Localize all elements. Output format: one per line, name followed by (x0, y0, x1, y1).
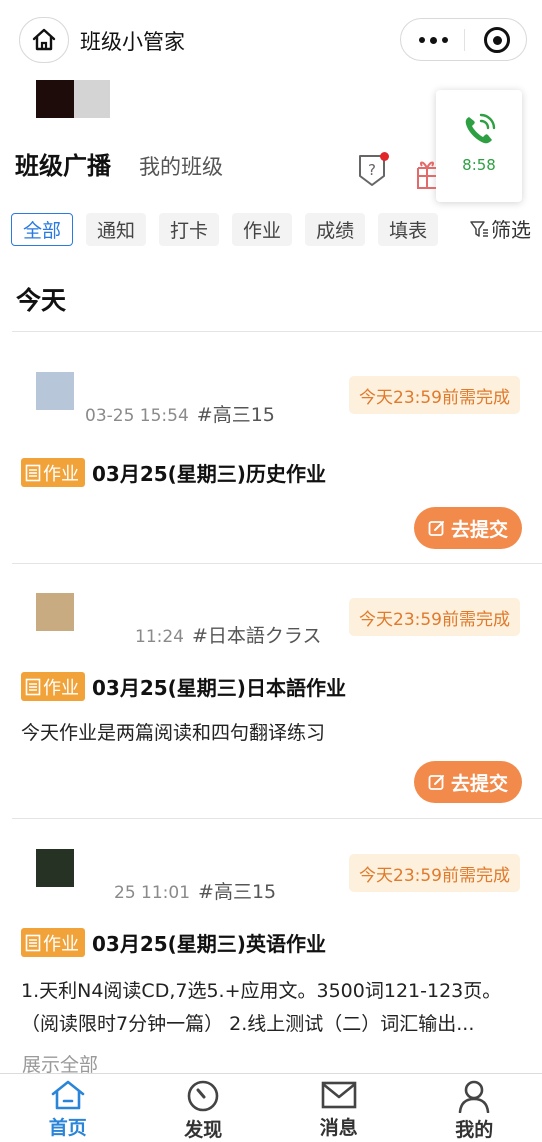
more-dots-icon (418, 37, 425, 43)
list-icon (25, 464, 41, 481)
post-date: 25 11:01 (114, 883, 191, 903)
post-title-row: 作业 03月25(星期三)历史作业 (21, 458, 326, 487)
post-class[interactable]: #高三15 (197, 404, 275, 426)
post-body: 今天作业是两篇阅读和四句翻译练习 (21, 722, 326, 744)
call-duration: 8:58 (462, 156, 496, 174)
post-meta: 25 11:01 #高三15 (114, 877, 276, 904)
filter-label: 筛选 (491, 218, 531, 242)
post-body-line: 1.天利N4阅读CD,7选5.+应用文。3500词121-123页。 (21, 980, 502, 1002)
chip-grades[interactable]: 成绩 (305, 212, 366, 246)
deadline-badge: 今天23:59前需完成 (349, 376, 520, 414)
deadline-badge: 今天23:59前需完成 (349, 854, 520, 892)
more-button[interactable] (411, 23, 455, 57)
post-title[interactable]: 03月25(星期三)英语作业 (92, 928, 326, 957)
chip-homework[interactable]: 作业 (232, 212, 293, 246)
chip-form[interactable]: 填表 (378, 212, 439, 246)
post-title[interactable]: 03月25(星期三)历史作业 (92, 458, 326, 487)
post-date: 11:24 (135, 627, 184, 647)
nav-label: 发现 (184, 1119, 223, 1141)
gift-icon[interactable] (414, 156, 436, 190)
nav-label: 首页 (48, 1117, 87, 1139)
phone-call-icon (465, 113, 496, 144)
list-icon (25, 934, 41, 951)
list-icon (25, 678, 41, 695)
nav-label: 我的 (455, 1119, 494, 1141)
edit-icon (428, 775, 444, 790)
nav-discover[interactable]: 发现 (136, 1074, 272, 1142)
homework-badge: 作业 (21, 672, 85, 701)
nav-home[interactable]: 首页 (0, 1074, 136, 1142)
submit-button[interactable]: 去提交 (414, 761, 522, 803)
chip-notice[interactable]: 通知 (86, 212, 147, 246)
avatar (36, 372, 74, 410)
post-meta: 11:24 #日本語クラス (135, 621, 322, 648)
avatar (36, 849, 74, 887)
chip-checkin[interactable]: 打卡 (159, 212, 220, 246)
user-avatar[interactable] (36, 80, 110, 118)
post-date: 03-25 15:54 (85, 406, 189, 426)
tab-class-broadcast[interactable]: 班级广播 (15, 146, 111, 181)
nav-label: 消息 (319, 1117, 358, 1139)
post-title-row: 作业 03月25(星期三)日本語作业 (21, 672, 346, 701)
person-icon (458, 1080, 490, 1113)
post-body-line: （阅读限时7分钟一篇） 2.线上测试（二）词汇输出... (21, 1013, 475, 1035)
filter-button[interactable]: 筛选 (469, 214, 531, 243)
svg-text:?: ? (368, 161, 376, 179)
post-class[interactable]: #日本語クラス (192, 625, 322, 647)
divider (12, 331, 542, 332)
tab-my-class[interactable]: 我的班级 (139, 151, 223, 181)
home-button[interactable] (19, 17, 69, 63)
mail-icon (321, 1081, 357, 1109)
post-title-row: 作业 03月25(星期三)英语作业 (21, 928, 326, 957)
section-tabs: 班级广播 我的班级 (15, 146, 223, 181)
top-bar: 班级小管家 (0, 0, 542, 82)
chip-all[interactable]: 全部 (11, 212, 74, 246)
divider (12, 818, 542, 819)
today-heading: 今天 (16, 286, 67, 315)
nav-me[interactable]: 我的 (407, 1074, 542, 1142)
filter-icon (470, 220, 488, 237)
compass-icon (187, 1080, 219, 1112)
notification-dot (380, 152, 389, 161)
call-floating-window[interactable]: 8:58 (436, 90, 522, 202)
miniprogram-capsule (400, 18, 527, 61)
submit-button[interactable]: 去提交 (414, 507, 522, 549)
post-class[interactable]: #高三15 (198, 881, 276, 903)
close-miniprogram-button[interactable] (484, 27, 510, 53)
bottom-nav: 首页 发现 消息 我的 (0, 1073, 542, 1142)
deadline-badge: 今天23:59前需完成 (349, 598, 520, 636)
filter-chips: 全部 通知 打卡 作业 成绩 填表 (11, 212, 451, 246)
app-title: 班级小管家 (80, 30, 185, 54)
home-icon (32, 28, 56, 51)
post-meta: 03-25 15:54 #高三15 (85, 400, 275, 427)
avatar (36, 593, 74, 631)
post-title[interactable]: 03月25(星期三)日本語作业 (92, 672, 346, 701)
homework-badge: 作业 (21, 928, 85, 957)
divider (12, 563, 542, 564)
home-icon (51, 1080, 85, 1110)
nav-messages[interactable]: 消息 (271, 1074, 407, 1142)
edit-icon (428, 521, 444, 536)
homework-badge: 作业 (21, 458, 85, 487)
target-icon (492, 35, 502, 45)
